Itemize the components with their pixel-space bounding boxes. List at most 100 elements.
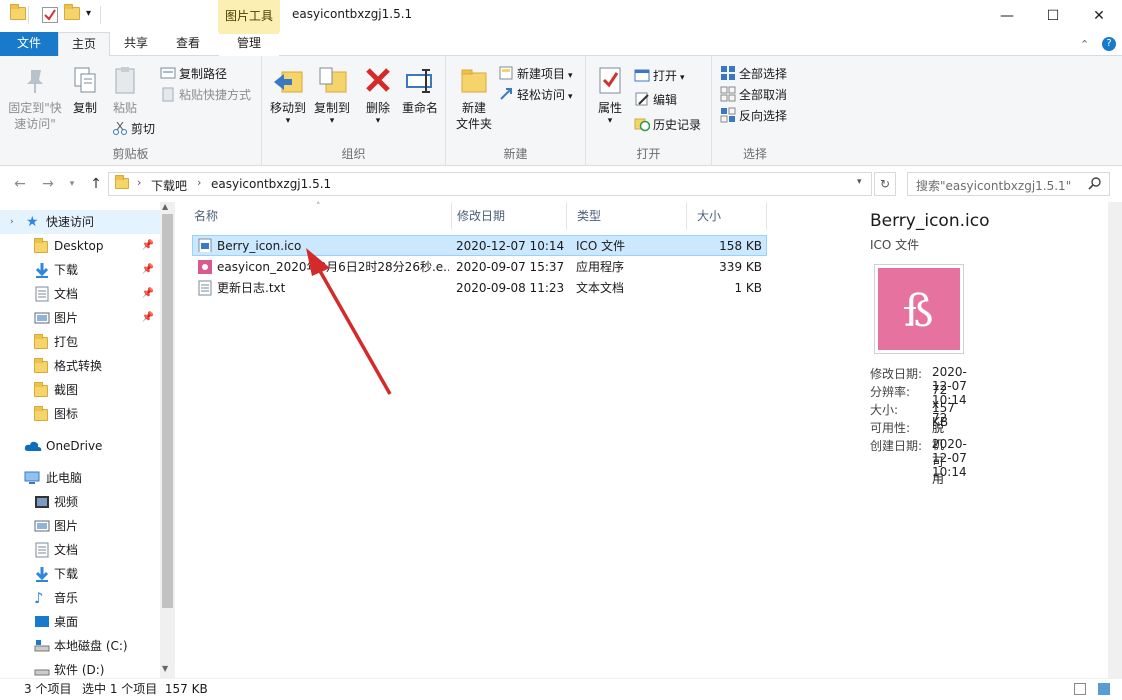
properties-button[interactable]: 属性 ▾ xyxy=(592,64,628,126)
select-all-button[interactable]: 全部选择 xyxy=(720,64,787,84)
sidebar-item-documents[interactable]: 文档 xyxy=(0,538,160,562)
sidebar-item-drive-c[interactable]: 本地磁盘 (C:) xyxy=(0,634,160,658)
sidebar-item-videos[interactable]: 视频 xyxy=(0,490,160,514)
sidebar-item-label: 音乐 xyxy=(54,591,79,605)
sidebar-item-pictures[interactable]: 图片 📌 xyxy=(0,306,160,330)
file-modified: 2020-12-07 10:14 xyxy=(456,239,565,253)
back-arrow-icon[interactable]: ← xyxy=(10,174,30,194)
new-item-icon xyxy=(498,65,514,81)
ribbon-collapse-icon[interactable]: ⌃ xyxy=(1080,38,1089,51)
details-view-icon[interactable] xyxy=(1074,683,1086,695)
maximize-button[interactable]: ☐ xyxy=(1030,0,1076,32)
tab-home[interactable]: 主页 xyxy=(58,32,110,57)
move-to-button[interactable]: 移动到 ▾ xyxy=(266,64,310,126)
large-icons-view-icon[interactable] xyxy=(1098,683,1110,695)
rename-label: 重命名 xyxy=(401,101,438,115)
paste-button[interactable]: 粘贴 xyxy=(108,64,142,116)
sidebar-item-desktop[interactable]: 桌面 xyxy=(0,610,160,634)
recent-locations-icon[interactable]: ▾ xyxy=(62,174,82,194)
tab-view[interactable]: 查看 xyxy=(164,32,212,56)
sidebar-item-pictures[interactable]: 图片 xyxy=(0,514,160,538)
expand-chevron-icon[interactable]: › xyxy=(10,210,14,234)
forward-arrow-icon[interactable]: → xyxy=(38,174,58,194)
cut-label: 剪切 xyxy=(131,122,156,136)
table-row[interactable]: 更新日志.txt 2020-09-08 11:23 文本文档 1 KB xyxy=(192,278,767,299)
new-item-button[interactable]: 新建项目 ▾ xyxy=(498,64,573,84)
paste-icon xyxy=(109,64,141,96)
cut-button[interactable]: 剪切 xyxy=(112,119,155,139)
sidebar-item-quick-access[interactable]: › ★ 快速访问 xyxy=(0,210,160,234)
sidebar-item-documents[interactable]: 文档 📌 xyxy=(0,282,160,306)
folder-icon xyxy=(34,406,50,422)
column-header-modified[interactable]: 修改日期 xyxy=(447,202,567,230)
history-button[interactable]: 历史记录 xyxy=(634,115,701,135)
details-scrollbar[interactable] xyxy=(1108,202,1122,678)
pin-quick-access-label: 固定到"快速访问" xyxy=(8,101,62,131)
minimize-button[interactable]: — xyxy=(984,0,1030,32)
new-folder-button[interactable]: 新建 文件夹 xyxy=(452,64,496,132)
copy-to-button[interactable]: 复制到 ▾ xyxy=(310,64,354,126)
copy-label: 复制 xyxy=(72,101,97,115)
move-to-icon xyxy=(272,64,304,96)
sidebar-item-music[interactable]: ♪ 音乐 xyxy=(0,586,160,610)
sidebar-scrollbar-thumb[interactable] xyxy=(162,214,173,608)
invert-selection-button[interactable]: 反向选择 xyxy=(720,106,787,126)
sidebar-item-label: 视频 xyxy=(54,495,79,509)
status-item-count: 3 个项目 xyxy=(24,682,72,696)
sidebar-item-downloads[interactable]: 下载 📌 xyxy=(0,258,160,282)
scroll-down-arrow-icon[interactable]: ▼ xyxy=(162,664,168,673)
group-label-new: 新建 xyxy=(503,147,528,161)
address-dropdown-icon[interactable]: ▾ xyxy=(857,177,862,187)
folder-icon xyxy=(34,382,50,398)
sidebar-item-folder[interactable]: 格式转换 xyxy=(0,354,160,378)
help-icon[interactable]: ? xyxy=(1102,37,1116,51)
sidebar-item-folder[interactable]: 图标 xyxy=(0,402,160,426)
sidebar-item-desktop[interactable]: Desktop 📌 xyxy=(0,234,160,258)
customize-toolbar-icon[interactable]: ▾ xyxy=(86,8,91,19)
breadcrumb-chevron-icon[interactable]: › xyxy=(197,176,201,189)
select-none-button[interactable]: 全部取消 xyxy=(720,85,787,105)
tab-share[interactable]: 共享 xyxy=(112,32,160,56)
pin-icon: 📌 xyxy=(141,264,154,275)
sidebar-item-drive-d[interactable]: 软件 (D:) xyxy=(0,658,160,678)
paste-shortcut-button[interactable]: 粘贴快捷方式 xyxy=(160,85,251,105)
search-input[interactable]: 搜索"easyicontbxzgj1.5.1" xyxy=(907,172,1110,196)
copy-path-button[interactable]: 复制路径 xyxy=(160,64,227,84)
text-file-icon xyxy=(198,280,212,296)
easy-access-button[interactable]: 轻松访问 ▾ xyxy=(498,85,573,105)
sidebar-item-downloads[interactable]: 下载 xyxy=(0,562,160,586)
open-button[interactable]: 打开 ▾ xyxy=(634,66,685,86)
new-folder-icon[interactable] xyxy=(64,4,80,23)
properties-check-icon[interactable] xyxy=(42,7,58,23)
edit-button[interactable]: 编辑 xyxy=(634,90,677,110)
sidebar-item-folder[interactable]: 截图 xyxy=(0,378,160,402)
breadcrumb-segment[interactable]: 下载吧 xyxy=(151,177,187,194)
close-button[interactable]: ✕ xyxy=(1076,0,1122,32)
column-header-size[interactable]: 大小 xyxy=(687,202,767,230)
search-placeholder: 搜索"easyicontbxzgj1.5.1" xyxy=(916,179,1072,193)
group-open: 属性 ▾ 打开 ▾ 编辑 历史记录 打开 xyxy=(586,56,712,166)
copy-button[interactable]: 复制 xyxy=(68,64,102,116)
open-icon xyxy=(634,67,650,83)
refresh-icon[interactable]: ↻ xyxy=(874,172,896,196)
breadcrumb-segment[interactable]: easyicontbxzgj1.5.1 xyxy=(211,177,331,191)
download-arrow-icon xyxy=(34,566,50,582)
sidebar-item-folder[interactable]: 打包 xyxy=(0,330,160,354)
delete-button[interactable]: 删除 ▾ xyxy=(360,64,396,126)
divider xyxy=(100,6,101,24)
copy-to-dropdown-icon: ▾ xyxy=(329,116,335,126)
pin-quick-access-button[interactable]: 固定到"快速访问" xyxy=(6,64,64,132)
column-header-name[interactable]: 名称 xyxy=(184,202,452,230)
sidebar-item-onedrive[interactable]: OneDrive xyxy=(0,434,160,458)
table-row[interactable]: easyicon_2020年8月6日2时28分26秒.e... 2020-09-… xyxy=(192,257,767,278)
address-bar[interactable]: › 下载吧 › easyicontbxzgj1.5.1 ▾ xyxy=(108,172,872,196)
scroll-up-arrow-icon[interactable]: ▲ xyxy=(162,202,168,211)
tab-file[interactable]: 文件 xyxy=(0,32,58,56)
sidebar-item-this-pc[interactable]: 此电脑 xyxy=(0,466,160,490)
tab-manage[interactable]: 管理 xyxy=(219,32,279,56)
up-arrow-icon[interactable]: ↑ xyxy=(86,174,106,194)
table-row[interactable]: Berry_icon.ico 2020-12-07 10:14 ICO 文件 1… xyxy=(192,235,767,256)
rename-button[interactable]: 重命名 xyxy=(398,64,442,116)
group-label-open: 打开 xyxy=(636,147,661,161)
column-header-type[interactable]: 类型 xyxy=(567,202,687,230)
